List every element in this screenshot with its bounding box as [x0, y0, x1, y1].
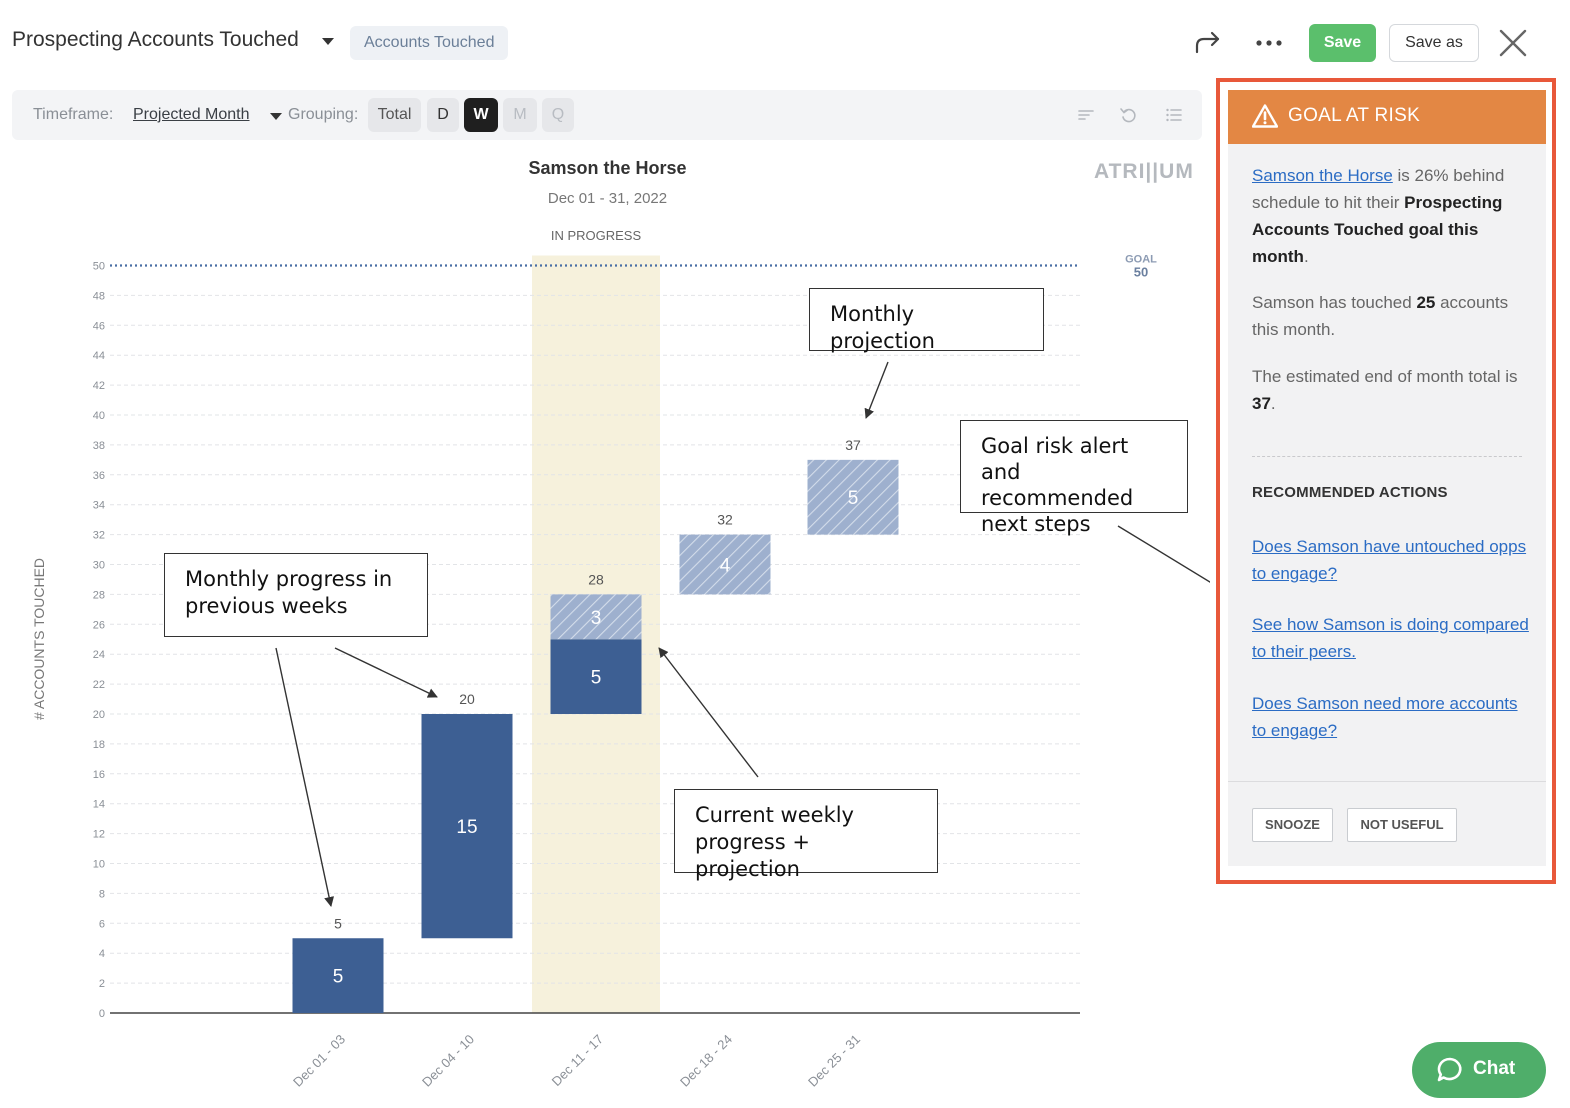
estimate-value: 37: [1252, 394, 1271, 413]
save-as-button[interactable]: Save as: [1389, 24, 1479, 62]
y-tick-label: 32: [93, 530, 105, 542]
save-button[interactable]: Save: [1309, 24, 1376, 62]
y-tick-label: 0: [99, 1008, 105, 1020]
y-tick-label: 16: [93, 769, 105, 781]
x-tick-label: Dec 04 - 10: [419, 1032, 477, 1090]
goal-panel-header: GOAL AT RISK: [1228, 90, 1546, 144]
y-tick-label: 22: [93, 679, 105, 691]
action-untouched-opps-link[interactable]: Does Samson have untouched opps to engag…: [1252, 533, 1532, 587]
y-tick-label: 44: [93, 350, 105, 362]
goal-value: 50: [1134, 265, 1148, 280]
action-peer-comparison-link[interactable]: See how Samson is doing compared to thei…: [1252, 611, 1532, 665]
bar-value-label: 4: [720, 556, 731, 577]
more-options-icon[interactable]: [1252, 28, 1286, 58]
touched-value: 25: [1416, 293, 1436, 312]
chat-label: Chat: [1473, 1058, 1516, 1079]
y-axis-title: # ACCOUNTS TOUCHED: [31, 558, 47, 720]
annotation-monthly-progress: Monthly progress in previous weeks: [164, 553, 428, 637]
annotation-monthly-projection: Monthly projection: [809, 288, 1044, 353]
bar-value-label: 15: [456, 817, 477, 838]
y-tick-label: 34: [93, 500, 105, 512]
report-view: Prospecting Accounts Touched Accounts To…: [0, 0, 1570, 1108]
snooze-button[interactable]: SNOOZE: [1252, 808, 1333, 842]
recommended-actions-heading: RECOMMENDED ACTIONS: [1252, 484, 1448, 501]
goal-at-risk-panel: GOAL AT RISK Samson the Horse is 26% beh…: [1228, 90, 1546, 866]
y-tick-label: 26: [93, 619, 105, 631]
estimate-summary: The estimated end of month total is 37.: [1252, 367, 1518, 413]
action-more-accounts-link[interactable]: Does Samson need more accounts to engage…: [1252, 690, 1532, 744]
y-tick-label: 48: [93, 290, 105, 302]
arrow-progress-week1: [275, 647, 335, 907]
cumulative-total-label: 5: [334, 915, 342, 931]
arrow-progress-week2: [334, 647, 438, 698]
y-tick-label: 14: [93, 799, 105, 811]
annotation-current-weekly: Current weekly progress + projection: [674, 789, 938, 881]
y-tick-label: 50: [93, 261, 105, 273]
bar-value-label: 5: [333, 967, 344, 988]
user-name-link[interactable]: Samson the Horse: [1252, 166, 1393, 185]
y-tick-label: 4: [99, 948, 105, 960]
goal-risk-message: Samson the Horse is 26% behind schedule …: [1252, 166, 1505, 266]
bar-value-label: 5: [591, 668, 602, 689]
y-tick-label: 12: [93, 829, 105, 841]
bar-value-label: 3: [591, 608, 602, 629]
y-tick-label: 20: [93, 709, 105, 721]
arrow-monthly-projection: [864, 361, 889, 419]
y-tick-label: 42: [93, 380, 105, 392]
cumulative-total-label: 37: [845, 437, 861, 453]
panel-footer-divider: [1228, 781, 1546, 782]
y-tick-label: 28: [93, 589, 105, 601]
goal-panel-title: GOAL AT RISK: [1288, 105, 1421, 126]
y-tick-label: 18: [93, 739, 105, 751]
x-tick-label: Dec 18 - 24: [677, 1032, 735, 1090]
y-tick-label: 30: [93, 560, 105, 572]
x-tick-label: Dec 25 - 31: [805, 1032, 863, 1090]
cumulative-total-label: 28: [588, 571, 604, 587]
x-tick-label: Dec 11 - 17: [549, 1032, 606, 1089]
y-tick-label: 10: [93, 859, 105, 871]
arrow-goal-risk: [1117, 525, 1210, 583]
panel-divider: [1252, 456, 1522, 457]
not-useful-button[interactable]: NOT USEFUL: [1347, 808, 1457, 842]
cumulative-total-label: 32: [717, 512, 733, 528]
y-tick-label: 38: [93, 440, 105, 452]
cumulative-total-label: 20: [459, 691, 475, 707]
x-tick-label: Dec 01 - 03: [290, 1032, 348, 1090]
close-icon[interactable]: [1496, 26, 1530, 60]
touched-summary: Samson has touched 25 accounts this mont…: [1252, 293, 1509, 339]
y-tick-label: 24: [93, 649, 105, 661]
chat-button[interactable]: Chat: [1412, 1042, 1546, 1098]
y-tick-label: 8: [99, 888, 105, 900]
y-tick-label: 46: [93, 320, 105, 332]
y-tick-label: 40: [93, 410, 105, 422]
y-tick-label: 36: [93, 470, 105, 482]
warning-icon: [1252, 104, 1278, 128]
chat-bubble-icon: [1437, 1057, 1462, 1082]
bar-value-label: 5: [848, 488, 859, 509]
annotation-goal-risk: Goal risk alert and recommended next ste…: [960, 420, 1188, 536]
y-tick-label: 6: [99, 918, 105, 930]
arrow-current-week: [658, 647, 759, 778]
y-tick-label: 2: [99, 978, 105, 990]
in-progress-label: IN PROGRESS: [551, 228, 642, 243]
